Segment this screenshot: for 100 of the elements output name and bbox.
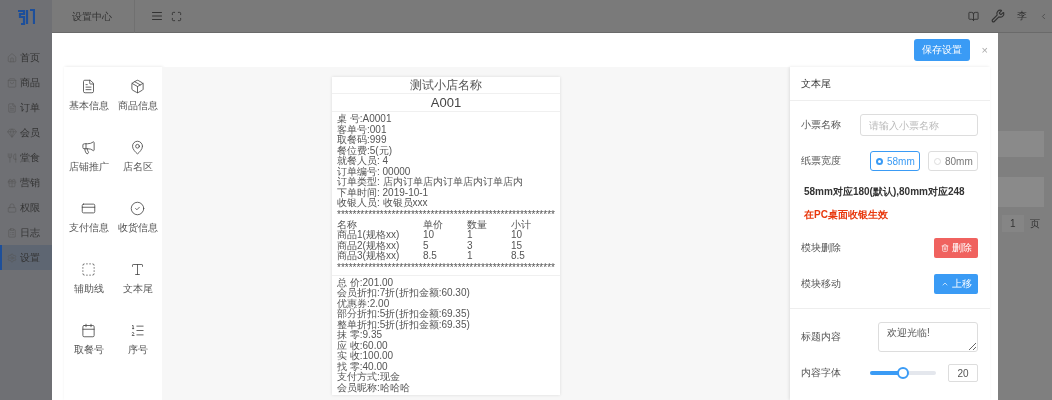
box-icon — [130, 79, 145, 94]
input-field[interactable]: 请输入小票名称 — [860, 114, 978, 136]
receipt-line: 总 价:201.00 — [337, 277, 395, 288]
sidebar-item[interactable]: 首页 — [0, 45, 52, 70]
gift-icon — [7, 177, 17, 188]
table-cell-text: 10 — [423, 230, 435, 241]
component-label: 文本尾 — [122, 282, 153, 296]
book-icon[interactable] — [968, 10, 979, 22]
component-item[interactable]: 商品信息 — [113, 79, 162, 140]
component-item[interactable]: 店铺推广 — [64, 140, 113, 201]
note-text: 58mm对应180(默认),80mm对应248 — [804, 185, 966, 199]
receipt-line: 支付方式:现金 — [337, 372, 401, 383]
radio-option[interactable]: 58mm — [870, 151, 920, 171]
component-label: 序号 — [127, 343, 148, 357]
lock-icon — [7, 202, 17, 213]
slider-thumb[interactable] — [897, 367, 909, 379]
text-icon — [130, 262, 145, 277]
sidebar-item[interactable]: 会员 — [0, 120, 52, 145]
component-item[interactable]: 序号 — [113, 323, 162, 384]
clipboard-icon — [7, 227, 17, 238]
number-field[interactable]: 20 — [948, 364, 978, 382]
panel-title: 文本尾 — [801, 76, 831, 91]
field-label: 模块删除 — [801, 241, 841, 255]
table-cell-text: 10 — [511, 230, 523, 241]
move-up-button[interactable]: 上移 — [934, 274, 978, 294]
page-input[interactable]: 1 — [1002, 215, 1024, 232]
receipt-line: 抹 零:9.35 — [337, 330, 384, 341]
trash-icon — [940, 244, 949, 252]
calendar-icon — [81, 323, 96, 338]
receipt-line: 找 零:40.00 — [337, 361, 389, 372]
field-label: 标题内容 — [801, 330, 841, 344]
receipt-line: 就餐人员: 4 — [337, 156, 389, 167]
component-item[interactable]: 文本尾 — [113, 262, 162, 323]
component-item[interactable]: 收货信息 — [113, 201, 162, 262]
radio-option[interactable]: 80mm — [928, 151, 978, 171]
component-item[interactable]: 取餐号 — [64, 323, 113, 384]
receipt-title: 测试小店名称 — [332, 77, 560, 94]
receipt-line: 订单编号: 00000 — [337, 166, 412, 177]
menu-icon[interactable] — [151, 10, 163, 22]
table-cell-text: 5 — [423, 240, 430, 251]
sidebar-label: 会员 — [20, 125, 40, 140]
table-cell-text: 8.5 — [423, 251, 438, 262]
document-icon — [81, 79, 96, 94]
receipt-line: 客单号:001 — [337, 124, 388, 135]
tools-icon[interactable] — [991, 9, 1005, 23]
table-cell-text: 8.5 — [511, 251, 526, 262]
field-label: 模块移动 — [801, 277, 841, 291]
component-label: 店铺推广 — [68, 160, 109, 174]
receipt-line: 餐位费:5(元) — [337, 145, 393, 156]
dashed-square-icon — [81, 262, 96, 277]
column-header: 小计 — [511, 219, 532, 230]
receipt-line: 桌 号:A0001 — [337, 114, 393, 125]
user-name[interactable]: 李 — [1017, 9, 1027, 23]
table-cell-text: 15 — [511, 240, 524, 251]
table-row — [998, 177, 1044, 207]
component-label: 商品信息 — [117, 99, 158, 113]
receipt-line: 部分折扣:5折(折扣金额:69.35) — [337, 309, 471, 320]
receipt-line: 订单类型: 店内订单店内订单店内订单店内 — [337, 177, 524, 187]
receipt-line: 应 收:60.00 — [337, 340, 389, 351]
warning-text: 在PC桌面收银生效 — [804, 208, 889, 222]
star-divider: ******************************************************** — [336, 210, 556, 218]
receipt-line: 会员昵称:哈哈哈 — [337, 382, 411, 393]
receipt-line: 整单折扣:5折(折扣金额:69.35) — [337, 319, 471, 330]
table-cell-text: 1 — [467, 230, 473, 241]
save-button[interactable]: 保存设置 — [913, 39, 970, 61]
logo-icon — [17, 8, 35, 25]
table-cell-text: 1 — [467, 251, 474, 262]
component-label: 店名区 — [122, 160, 153, 174]
utensils-icon — [7, 152, 17, 163]
sidebar-label: 首页 — [20, 50, 40, 65]
numbered-list-icon — [130, 323, 145, 338]
component-label: 支付信息 — [68, 221, 109, 235]
component-label: 辅助线 — [73, 282, 104, 296]
component-item[interactable]: 店名区 — [113, 140, 162, 201]
column-header: 名称 — [337, 219, 357, 230]
receipt-line: 下单时间: 2019-10-1 — [337, 187, 429, 198]
table-row — [998, 131, 1044, 157]
component-label: 基本信息 — [68, 99, 109, 113]
field-label: 纸票宽度 — [801, 154, 841, 168]
component-label: 取餐号 — [73, 343, 104, 357]
megaphone-icon — [81, 140, 96, 155]
page-unit: 页 — [1029, 216, 1040, 231]
component-label: 收货信息 — [117, 221, 158, 235]
fullscreen-icon[interactable] — [171, 10, 182, 22]
chevron-icon[interactable] — [1039, 11, 1048, 21]
component-item[interactable]: 辅助线 — [64, 262, 113, 323]
receipt-line: 会员折扣:7折(折扣金额:60.30) — [337, 288, 471, 298]
close-button[interactable]: × — [981, 44, 988, 56]
field-label: 内容字体 — [801, 366, 841, 380]
component-item[interactable]: 支付信息 — [64, 201, 113, 262]
component-item[interactable]: 基本信息 — [64, 79, 113, 140]
delete-button[interactable]: 删除 — [934, 238, 978, 258]
text-area[interactable]: 欢迎光临! — [878, 322, 978, 352]
receipt-code: A001 — [332, 94, 560, 112]
table-cell-text: 商品3(规格xx) — [337, 251, 401, 262]
chevron-up-icon — [940, 280, 949, 288]
star-divider: ******************************************************** — [336, 263, 556, 271]
receipt-line: 优惠券:2.00 — [337, 298, 390, 309]
check-circle-icon — [130, 201, 145, 216]
column-header: 单价 — [423, 219, 444, 230]
